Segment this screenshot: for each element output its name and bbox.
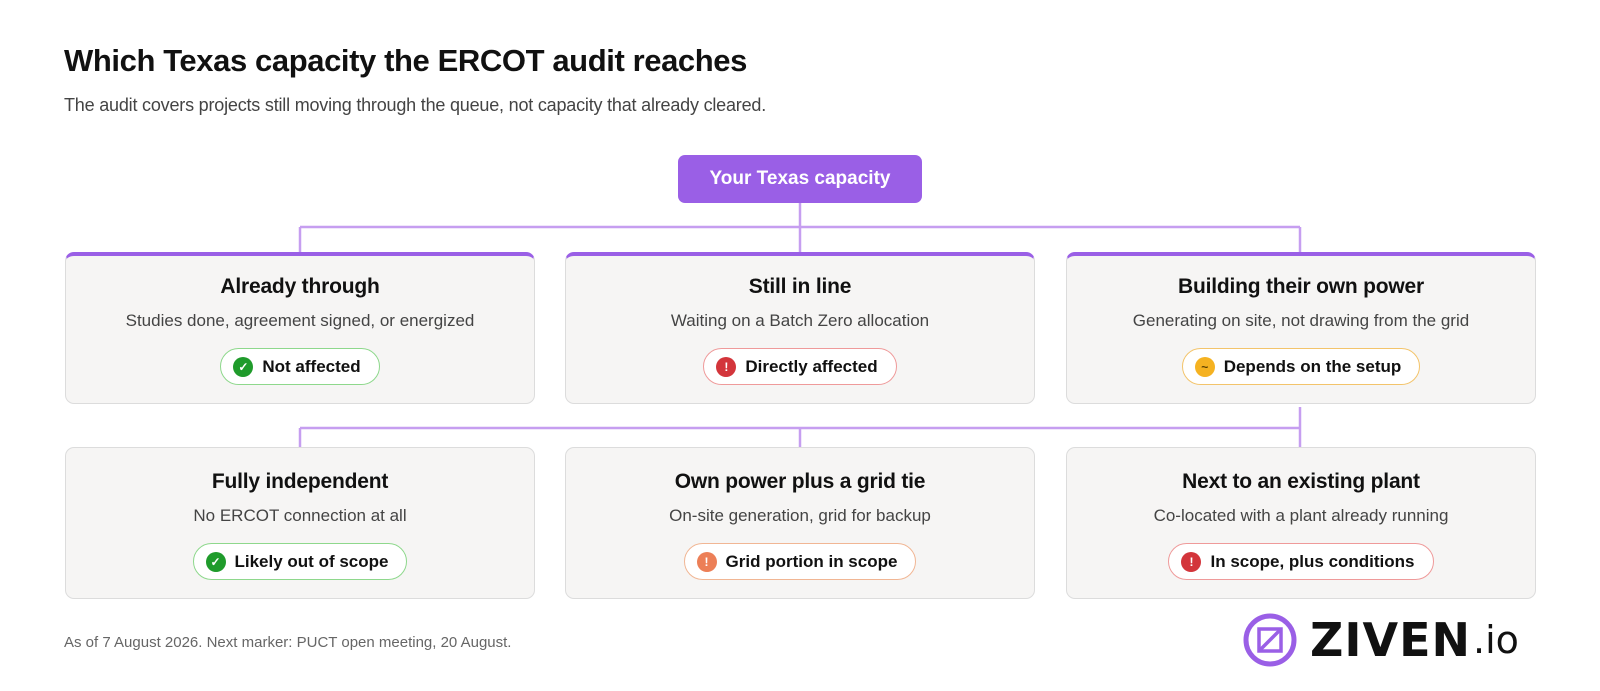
- card-description: Waiting on a Batch Zero allocation: [670, 311, 930, 330]
- card-title: Already through: [220, 275, 380, 298]
- exclamation-icon: !: [696, 551, 717, 572]
- card-title: Still in line: [748, 275, 852, 298]
- check-icon: ✓: [205, 551, 226, 572]
- card-description: Generating on site, not drawing from the…: [1132, 311, 1470, 330]
- card-building-own-power: Building their own power Generating on s…: [1066, 252, 1536, 404]
- status-label: In scope, plus conditions: [1210, 551, 1415, 571]
- footnote: As of 7 August 2026. Next marker: PUCT o…: [64, 634, 512, 651]
- card-own-power-grid-tie: Own power plus a grid tie On-site genera…: [565, 447, 1035, 599]
- status-badge: ! Grid portion in scope: [683, 543, 917, 580]
- exclamation-icon: !: [716, 356, 737, 377]
- status-badge: ! In scope, plus conditions: [1168, 543, 1434, 580]
- check-icon: ✓: [233, 356, 254, 377]
- exclamation-icon: !: [1181, 551, 1202, 572]
- card-still-in-line: Still in line Waiting on a Batch Zero al…: [565, 252, 1035, 404]
- ziven-logo-icon: [1243, 613, 1297, 667]
- brand-name: ZIVEN: [1310, 613, 1471, 667]
- status-badge: ! Directly affected: [703, 348, 897, 385]
- brand-logo: ZIVEN .io: [1243, 613, 1519, 667]
- card-description: No ERCOT connection at all: [193, 506, 407, 525]
- card-title: Fully independent: [211, 470, 389, 493]
- status-label: Likely out of scope: [234, 551, 389, 571]
- card-next-to-existing-plant: Next to an existing plant Co-located wit…: [1066, 447, 1536, 599]
- root-node: Your Texas capacity: [678, 155, 922, 203]
- card-description: On-site generation, grid for backup: [669, 506, 931, 525]
- status-badge: ✓ Likely out of scope: [192, 543, 408, 580]
- card-fully-independent: Fully independent No ERCOT connection at…: [65, 447, 535, 599]
- card-title: Own power plus a grid tie: [674, 470, 926, 493]
- brand-tld: .io: [1473, 618, 1519, 662]
- status-badge: ✓ Not affected: [220, 348, 380, 385]
- card-title: Next to an existing plant: [1182, 470, 1420, 493]
- status-label: Depends on the setup: [1223, 356, 1402, 376]
- status-label: Grid portion in scope: [725, 551, 898, 571]
- card-title: Building their own power: [1177, 275, 1425, 298]
- status-label: Directly affected: [745, 356, 878, 376]
- status-badge: ~ Depends on the setup: [1181, 348, 1421, 385]
- status-label: Not affected: [262, 356, 361, 376]
- tilde-icon: ~: [1194, 356, 1215, 377]
- card-description: Studies done, agreement signed, or energ…: [125, 311, 475, 330]
- card-description: Co-located with a plant already running: [1153, 506, 1449, 525]
- card-already-through: Already through Studies done, agreement …: [65, 252, 535, 404]
